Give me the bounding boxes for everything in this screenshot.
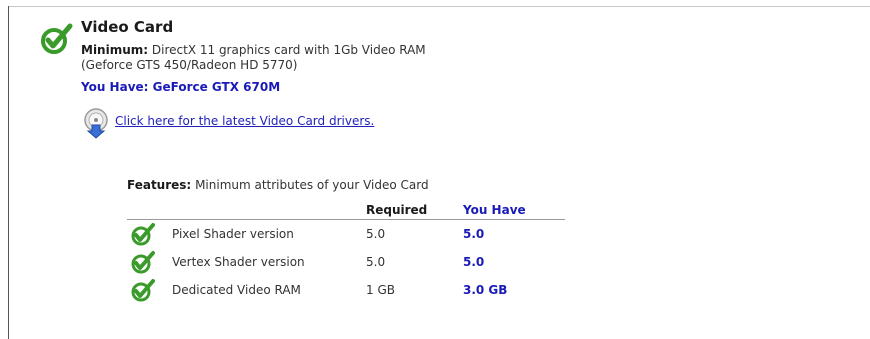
table-row: Pixel Shader version 5.0 5.0 <box>0 222 600 250</box>
green-check-icon <box>130 278 156 308</box>
header-divider <box>127 219 565 220</box>
you-have-value: 3.0 GB <box>463 283 508 297</box>
you-have-value: 5.0 <box>463 255 485 269</box>
minimum-label: Minimum: <box>81 43 149 57</box>
you-have-value: You Have: GeForce GTX 670M <box>81 80 281 94</box>
feature-name: Vertex Shader version <box>172 255 305 269</box>
driver-download-link[interactable]: Click here for the latest Video Card dri… <box>115 114 374 128</box>
feature-name: Dedicated Video RAM <box>172 283 301 297</box>
required-value: 1 GB <box>366 283 395 297</box>
features-description: Minimum attributes of your Video Card <box>195 178 429 192</box>
table-row: Vertex Shader version 5.0 5.0 <box>0 250 600 278</box>
minimum-text-2: (Geforce GTS 450/Radeon HD 5770) <box>81 58 298 72</box>
section-title: Video Card <box>81 18 174 36</box>
column-header-required: Required <box>366 203 428 217</box>
required-value: 5.0 <box>366 227 386 241</box>
download-icon[interactable] <box>82 107 112 143</box>
feature-name: Pixel Shader version <box>172 227 294 241</box>
green-check-icon <box>130 250 156 280</box>
required-value: 5.0 <box>366 255 386 269</box>
features-label: Features: <box>127 178 192 192</box>
table-row: Dedicated Video RAM 1 GB 3.0 GB <box>0 278 600 306</box>
features-heading: Features: Minimum attributes of your Vid… <box>127 178 429 192</box>
pass-check-icon <box>40 22 74 60</box>
green-check-icon <box>130 222 156 252</box>
minimum-requirement: Minimum: DirectX 11 graphics card with 1… <box>81 43 426 73</box>
you-have-value: 5.0 <box>463 227 485 241</box>
column-header-you-have: You Have <box>463 203 526 217</box>
minimum-text: DirectX 11 graphics card with 1Gb Video … <box>151 43 426 57</box>
panel-top-border <box>8 6 870 7</box>
